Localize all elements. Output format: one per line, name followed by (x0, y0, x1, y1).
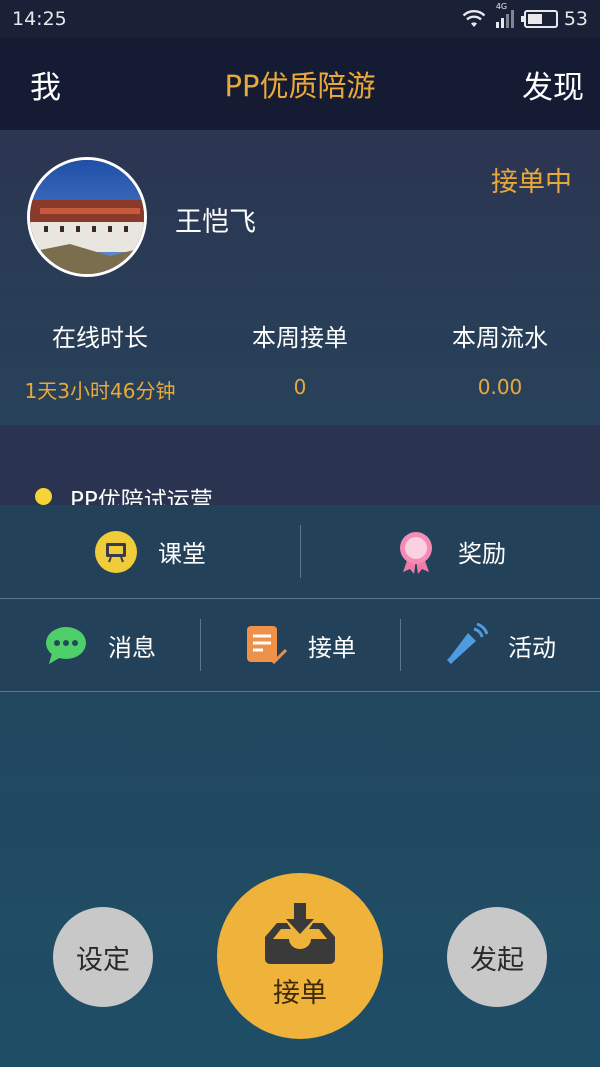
settings-button[interactable]: 设定 (53, 907, 153, 1007)
accept-order-button[interactable]: 接单 (217, 873, 383, 1039)
stat-online-time: 在线时长 1天3小时46分钟 (0, 318, 200, 404)
inbox-download-icon (265, 902, 335, 964)
network-label: 4G (495, 2, 508, 11)
battery-fill (527, 14, 542, 24)
menu-label: 消息 (108, 633, 156, 662)
stat-value: 1天3小时46分钟 (24, 379, 176, 403)
classroom-icon (94, 530, 138, 574)
stats-row: 在线时长 1天3小时46分钟 本周接单 0 本周流水 0.00 (0, 318, 600, 404)
order-status-badge[interactable]: 接单中 (491, 160, 572, 199)
menu-item-award[interactable]: 奖励 (300, 505, 600, 598)
status-bar: 14:25 4G 53 (0, 0, 600, 38)
stat-label: 在线时长 (52, 324, 148, 352)
menu-label: 奖励 (458, 540, 506, 568)
menu-item-message[interactable]: 消息 (0, 599, 200, 691)
menu-label: 活动 (508, 633, 556, 662)
stat-weekly-orders: 本周接单 0 (200, 318, 400, 404)
megaphone-icon (444, 623, 488, 667)
order-icon (244, 623, 288, 667)
stat-value: 0.00 (477, 375, 523, 399)
notice-dot-icon (35, 488, 52, 505)
battery-percent: 53 (563, 8, 588, 30)
profile-panel: 王恺飞 接单中 在线时长 1天3小时46分钟 本周接单 0 本周流水 0.00 (0, 130, 600, 425)
avatar-image (30, 160, 144, 274)
menu-row: 课堂 奖励 (0, 505, 600, 599)
stat-label: 本周接单 (252, 324, 348, 352)
top-navbar: 我 PP优质陪游 发现 (0, 38, 600, 130)
username: 王恺飞 (175, 207, 256, 238)
notice-ticker[interactable]: PP优陪试运营 (0, 425, 600, 505)
wifi-icon (462, 10, 486, 27)
message-icon (44, 623, 88, 667)
stat-value: 0 (293, 375, 307, 399)
nav-me-button[interactable]: 我 (30, 62, 61, 107)
cell-signal-icon: 4G (495, 2, 514, 28)
nav-discover-button[interactable]: 发现 (522, 62, 584, 107)
battery-indicator: 53 (520, 8, 588, 30)
accept-label: 接单 (273, 977, 327, 1009)
menu-item-classroom[interactable]: 课堂 (0, 505, 300, 598)
app-title: PP优质陪游 (224, 69, 376, 103)
menu-item-activity[interactable]: 活动 (400, 599, 600, 691)
launch-button[interactable]: 发起 (447, 907, 547, 1007)
launch-label: 发起 (470, 944, 524, 976)
menu-item-orders[interactable]: 接单 (200, 599, 400, 691)
stat-weekly-revenue: 本周流水 0.00 (400, 318, 600, 404)
avatar[interactable] (27, 157, 147, 277)
menu-row: 消息 接单 活动 (0, 599, 600, 692)
menu-label: 课堂 (158, 540, 206, 568)
status-time: 14:25 (12, 8, 67, 30)
notice-text: PP优陪试运营 (70, 488, 213, 505)
award-icon (394, 530, 438, 574)
battery-icon (520, 10, 558, 28)
stat-label: 本周流水 (452, 324, 548, 352)
settings-label: 设定 (76, 944, 130, 976)
feature-menu: 课堂 奖励 消息 接单 活动 (0, 505, 600, 692)
menu-label: 接单 (308, 633, 356, 662)
